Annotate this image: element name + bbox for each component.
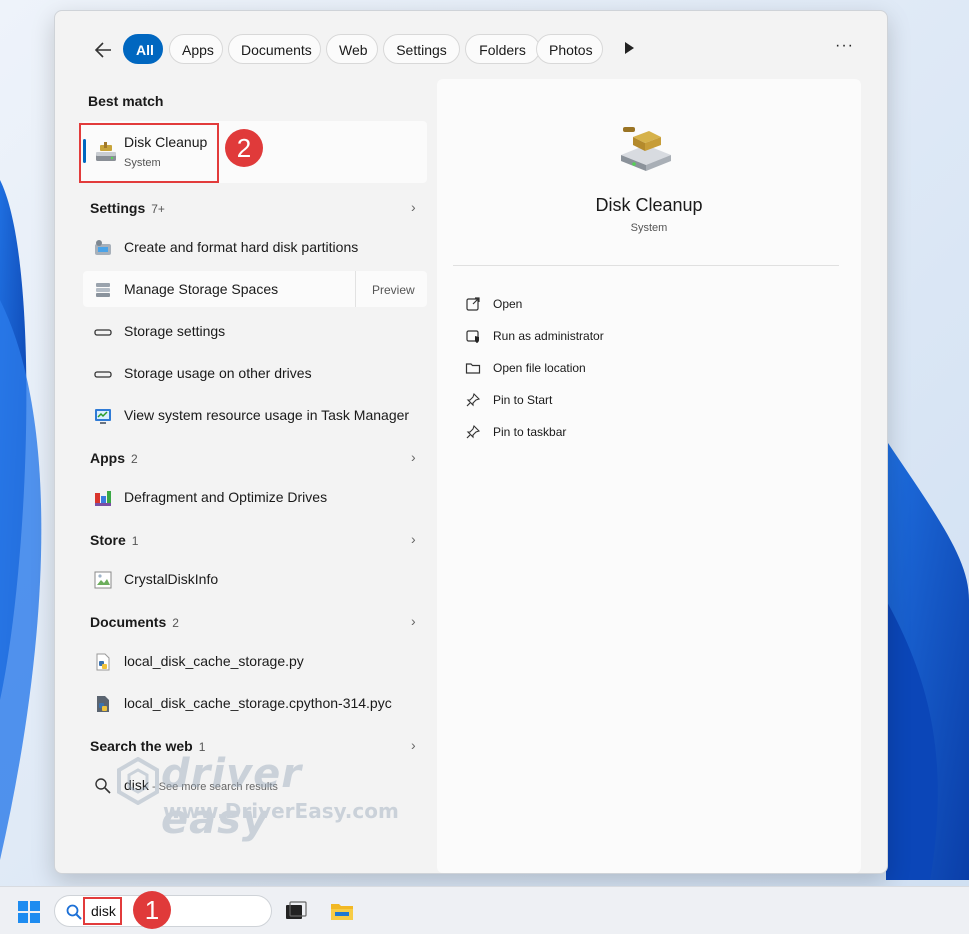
callout-badge-1: 1	[133, 891, 171, 929]
document-item[interactable]: local_disk_cache_storage.cpython-314.pyc	[83, 685, 427, 721]
action-pin-to-start[interactable]: Pin to Start	[465, 390, 765, 414]
play-scroll-icon[interactable]	[623, 41, 635, 55]
document-item[interactable]: local_disk_cache_storage.py	[83, 643, 427, 679]
settings-item[interactable]: Storage usage on other drives	[83, 355, 427, 391]
filter-bar: All Apps Documents Web Settings Folders …	[55, 33, 887, 67]
tab-apps[interactable]: Apps	[169, 34, 223, 64]
best-match-heading: Best match	[88, 93, 164, 109]
storage-spaces-icon	[96, 283, 110, 297]
python-file-icon	[96, 653, 110, 671]
search-icon	[95, 778, 111, 794]
action-pin-to-taskbar[interactable]: Pin to taskbar	[465, 422, 765, 446]
document-item-label: local_disk_cache_storage.cpython-314.pyc	[124, 695, 392, 711]
action-label: Open file location	[493, 361, 586, 375]
settings-item-label: Storage usage on other drives	[124, 365, 312, 381]
driver-easy-logo-icon	[117, 757, 159, 805]
defragment-icon	[95, 491, 111, 506]
tab-photos[interactable]: Photos	[536, 34, 603, 64]
store-heading[interactable]: Store 1	[90, 532, 138, 548]
store-item[interactable]: CrystalDiskInfo	[83, 561, 427, 597]
action-label: Open	[493, 297, 523, 311]
documents-count: 2	[172, 616, 179, 630]
apps-chevron-icon[interactable]: ›	[411, 449, 416, 465]
settings-chevron-icon[interactable]: ›	[411, 199, 416, 215]
search-web-chevron-icon[interactable]: ›	[411, 737, 416, 753]
task-view-icon[interactable]	[285, 901, 307, 921]
settings-heading[interactable]: Settings 7+	[90, 200, 165, 216]
action-label: Pin to Start	[493, 393, 553, 407]
watermark-brand: driver easy	[161, 751, 302, 843]
settings-item[interactable]: Create and format hard disk partitions	[83, 229, 427, 265]
pin-icon	[466, 392, 481, 407]
store-count: 1	[131, 534, 139, 548]
file-explorer-icon[interactable]	[330, 900, 354, 922]
watermark-url: www.DriverEasy.com	[163, 799, 399, 823]
image-placeholder-icon	[94, 571, 112, 589]
tab-folders[interactable]: Folders	[465, 34, 540, 64]
windows-start-icon[interactable]	[18, 901, 40, 923]
apps-heading[interactable]: Apps 2	[90, 450, 138, 466]
more-options-button[interactable]: ···	[835, 37, 854, 55]
settings-item-label: Storage settings	[124, 323, 226, 339]
folder-icon	[465, 363, 481, 374]
apps-heading-label: Apps	[90, 450, 125, 466]
divider	[453, 265, 839, 266]
store-item-label: CrystalDiskInfo	[124, 571, 219, 587]
settings-item-label: Manage Storage Spaces	[124, 281, 279, 297]
action-label: Pin to taskbar	[493, 425, 567, 439]
task-manager-icon	[95, 409, 111, 424]
app-item-label: Defragment and Optimize Drives	[124, 489, 328, 505]
pin-icon	[466, 424, 481, 439]
store-chevron-icon[interactable]: ›	[411, 531, 416, 547]
back-arrow-icon[interactable]	[91, 37, 117, 63]
open-external-icon	[466, 297, 480, 311]
preview-subtitle: System	[630, 222, 668, 234]
drive-icon	[94, 329, 112, 336]
taskbar: disk 1	[0, 886, 969, 934]
start-search-panel: All Apps Documents Web Settings Folders …	[54, 10, 888, 874]
settings-item[interactable]: Storage settings	[83, 313, 427, 349]
documents-heading[interactable]: Documents 2	[90, 614, 179, 630]
documents-chevron-icon[interactable]: ›	[411, 613, 416, 629]
tab-documents[interactable]: Documents	[228, 34, 321, 64]
settings-heading-label: Settings	[90, 200, 146, 216]
preview-title: Disk Cleanup	[595, 195, 703, 215]
admin-shield-icon	[466, 330, 479, 343]
settings-item-label: Create and format hard disk partitions	[124, 239, 359, 255]
action-open[interactable]: Open	[465, 294, 765, 318]
disk-cleanup-large-icon	[621, 127, 671, 171]
settings-item-label: View system resource usage in Task Manag…	[124, 407, 410, 423]
compiled-python-file-icon	[97, 696, 109, 712]
documents-heading-label: Documents	[90, 614, 167, 630]
settings-item[interactable]: View system resource usage in Task Manag…	[83, 397, 427, 433]
apps-count: 2	[131, 452, 138, 466]
settings-item-manage-storage[interactable]: Manage Storage Spaces Preview	[83, 271, 427, 307]
callout-badge-2: 2	[225, 129, 263, 167]
watermark: driver easy www.DriverEasy.com	[117, 751, 407, 843]
highlight-box-best-match	[79, 123, 219, 183]
store-heading-label: Store	[90, 532, 126, 548]
action-run-as-admin[interactable]: Run as administrator	[465, 326, 765, 350]
action-label: Run as administrator	[493, 329, 604, 343]
disk-partition-icon	[95, 240, 111, 255]
tab-settings[interactable]: Settings	[383, 34, 460, 64]
app-item[interactable]: Defragment and Optimize Drives	[83, 479, 427, 515]
document-item-label: local_disk_cache_storage.py	[124, 653, 304, 669]
search-icon	[66, 904, 82, 920]
highlight-box-search	[83, 897, 122, 925]
preview-button[interactable]: Preview	[372, 283, 415, 297]
tab-all[interactable]: All	[123, 34, 163, 64]
preview-pane: Disk Cleanup System Open Run as administ…	[437, 79, 861, 873]
settings-count: 7+	[151, 202, 165, 216]
drive-icon	[94, 371, 112, 378]
tab-web[interactable]: Web	[326, 34, 378, 64]
divider	[355, 271, 356, 307]
action-open-file-location[interactable]: Open file location	[465, 358, 765, 382]
